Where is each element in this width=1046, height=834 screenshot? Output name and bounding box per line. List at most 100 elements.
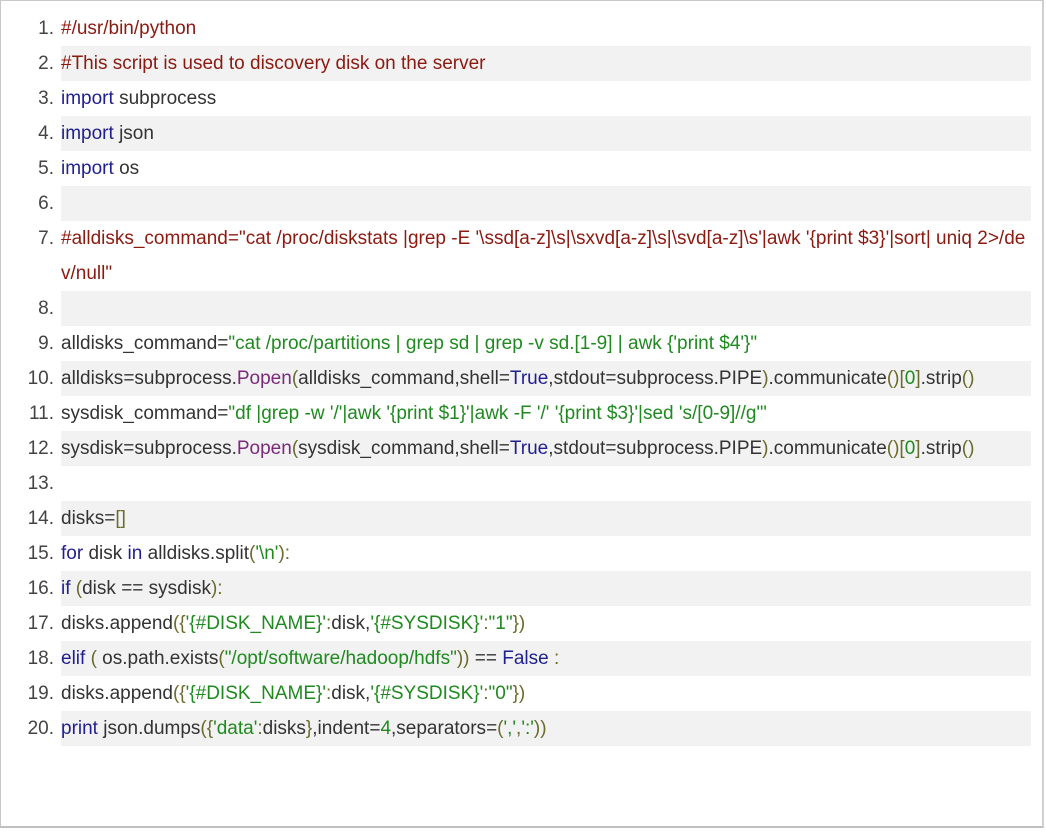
line-text: disks.append({'{#DISK_NAME}':disk,'{#SYS… [61,676,1031,711]
token-com: #/usr/bin/python [61,18,197,39]
line-text: print json.dumps({'data':disks},indent=4… [61,711,1031,746]
line-number: 8. [38,298,54,319]
token-pun: ({ [172,613,186,634]
code-line: 17. disks.append({'{#DISK_NAME}':disk,'{#… [1,606,1031,641]
token-id: disk, [331,613,371,634]
line-text [61,466,1031,501]
token-id: alldisks [61,368,124,389]
line-number: 13. [27,473,54,494]
token-id: alldisks.split [142,543,249,564]
line-text: #This script is used to discovery disk o… [61,46,1031,81]
line-text: disks=[] [61,501,1031,536]
line-text: alldisks_command="cat /proc/partitions |… [61,326,1031,361]
token-id: ,separators [391,718,487,739]
line-text: sysdisk_command="df |grep -w '/'|awk '{p… [61,396,1031,431]
token-bool: False [502,648,549,669]
token-id: .communicate [768,438,887,459]
token-str: '{#DISK_NAME}' [185,613,326,634]
code-line: 1. #/usr/bin/python [1,11,1031,46]
token-num: 0 [904,368,916,389]
line-text [61,291,1031,326]
line-number: 17. [27,613,54,634]
token-id: disk [83,543,128,564]
line-text: import json [61,116,1031,151]
line-text: disks.append({'{#DISK_NAME}':disk,'{#SYS… [61,606,1031,641]
line-text: if (disk == sysdisk): [61,571,1031,606]
token-pun: ({ [172,683,186,704]
code-line: 19. disks.append({'{#DISK_NAME}':disk,'{#… [1,676,1031,711]
token-id: subprocess. [134,368,237,389]
line-number: 12. [27,438,54,459]
token-pun: ): [278,543,291,564]
token-kw: if [61,578,71,599]
token-id: os [113,158,140,179]
token-str: "cat /proc/partitions | grep sd | grep -… [228,333,758,354]
token-id: subprocess. [134,438,237,459]
line-number: 7. [38,228,54,249]
token-id: sysdisk_command,shell [298,438,499,459]
code-line: 7. #alldisks_command="cat /proc/diskstats… [1,221,1031,291]
token-pun: : [554,648,560,669]
token-str: '{#SYSDISK}' [370,613,484,634]
code-listing: 1. #/usr/bin/python 2. #This script is used… [1,11,1031,746]
line-text: import subprocess [61,81,1031,116]
token-str: '{#SYSDISK}' [370,683,484,704]
token-pun: ({ [200,718,214,739]
token-fn: Popen [236,368,292,389]
line-number: 4. [38,123,54,144]
code-line: 10. alldisks=subprocess.Popen(alldisks_co… [1,361,1031,396]
token-op: = [123,438,135,459]
token-id: subprocess.PIPE [616,368,763,389]
line-number: 3. [38,88,54,109]
token-pun: () [961,438,975,459]
token-op: = [498,438,510,459]
code-block-frame: 1. #/usr/bin/python 2. #This script is used… [0,0,1044,828]
token-op: = [123,368,135,389]
token-str: ':' [521,718,534,739]
token-id: alldisks_command [61,333,218,354]
token-op: = [104,508,116,529]
line-text: alldisks=subprocess.Popen(alldisks_comma… [61,361,1031,396]
code-line: 12. sysdisk=subprocess.Popen(sysdisk_comm… [1,431,1031,466]
token-kw: elif [61,648,86,669]
token-id: disks [61,508,105,529]
token-str: '\n' [255,543,279,564]
token-num: 4 [380,718,392,739]
code-line: 8. [1,291,1031,326]
token-str: "0" [488,683,513,704]
token-pun: ()[ [886,438,905,459]
token-pun: ): [210,578,223,599]
line-text [61,186,1031,221]
code-line: 4. import json [1,116,1031,151]
token-id: disks.append [61,613,173,634]
token-pun: )) [533,718,547,739]
code-line: 16. if (disk == sysdisk): [1,571,1031,606]
token-op: = [217,403,229,424]
line-text: for disk in alldisks.split('\n'): [61,536,1031,571]
token-id: .strip [920,368,962,389]
token-id: ,indent [312,718,370,739]
line-text: #alldisks_command="cat /proc/diskstats |… [61,221,1031,291]
token-pun: }) [512,683,526,704]
line-number: 20. [27,718,54,739]
line-number: 6. [38,193,54,214]
token-id: json.dumps [97,718,201,739]
code-line: 13. [1,466,1031,501]
token-str: "1" [488,613,513,634]
code-line: 11. sysdisk_command="df |grep -w '/'|awk … [1,396,1031,431]
token-id: sysdisk_command [61,403,218,424]
token-str: 'data' [213,718,258,739]
line-number: 2. [38,53,54,74]
token-kw: import [61,158,114,179]
token-id: ,stdout [548,438,606,459]
token-id: disks [262,718,306,739]
token-kw: for [61,543,84,564]
line-number: 16. [27,578,54,599]
line-text: elif ( os.path.exists("/opt/software/had… [61,641,1031,676]
code-line: 18. elif ( os.path.exists("/opt/software/… [1,641,1031,676]
code-line: 6. [1,186,1031,221]
token-pun: }) [512,613,526,634]
code-line: 5. import os [1,151,1031,186]
token-com: #alldisks_command="cat /proc/diskstats |… [61,228,1026,284]
token-kw: in [127,543,143,564]
